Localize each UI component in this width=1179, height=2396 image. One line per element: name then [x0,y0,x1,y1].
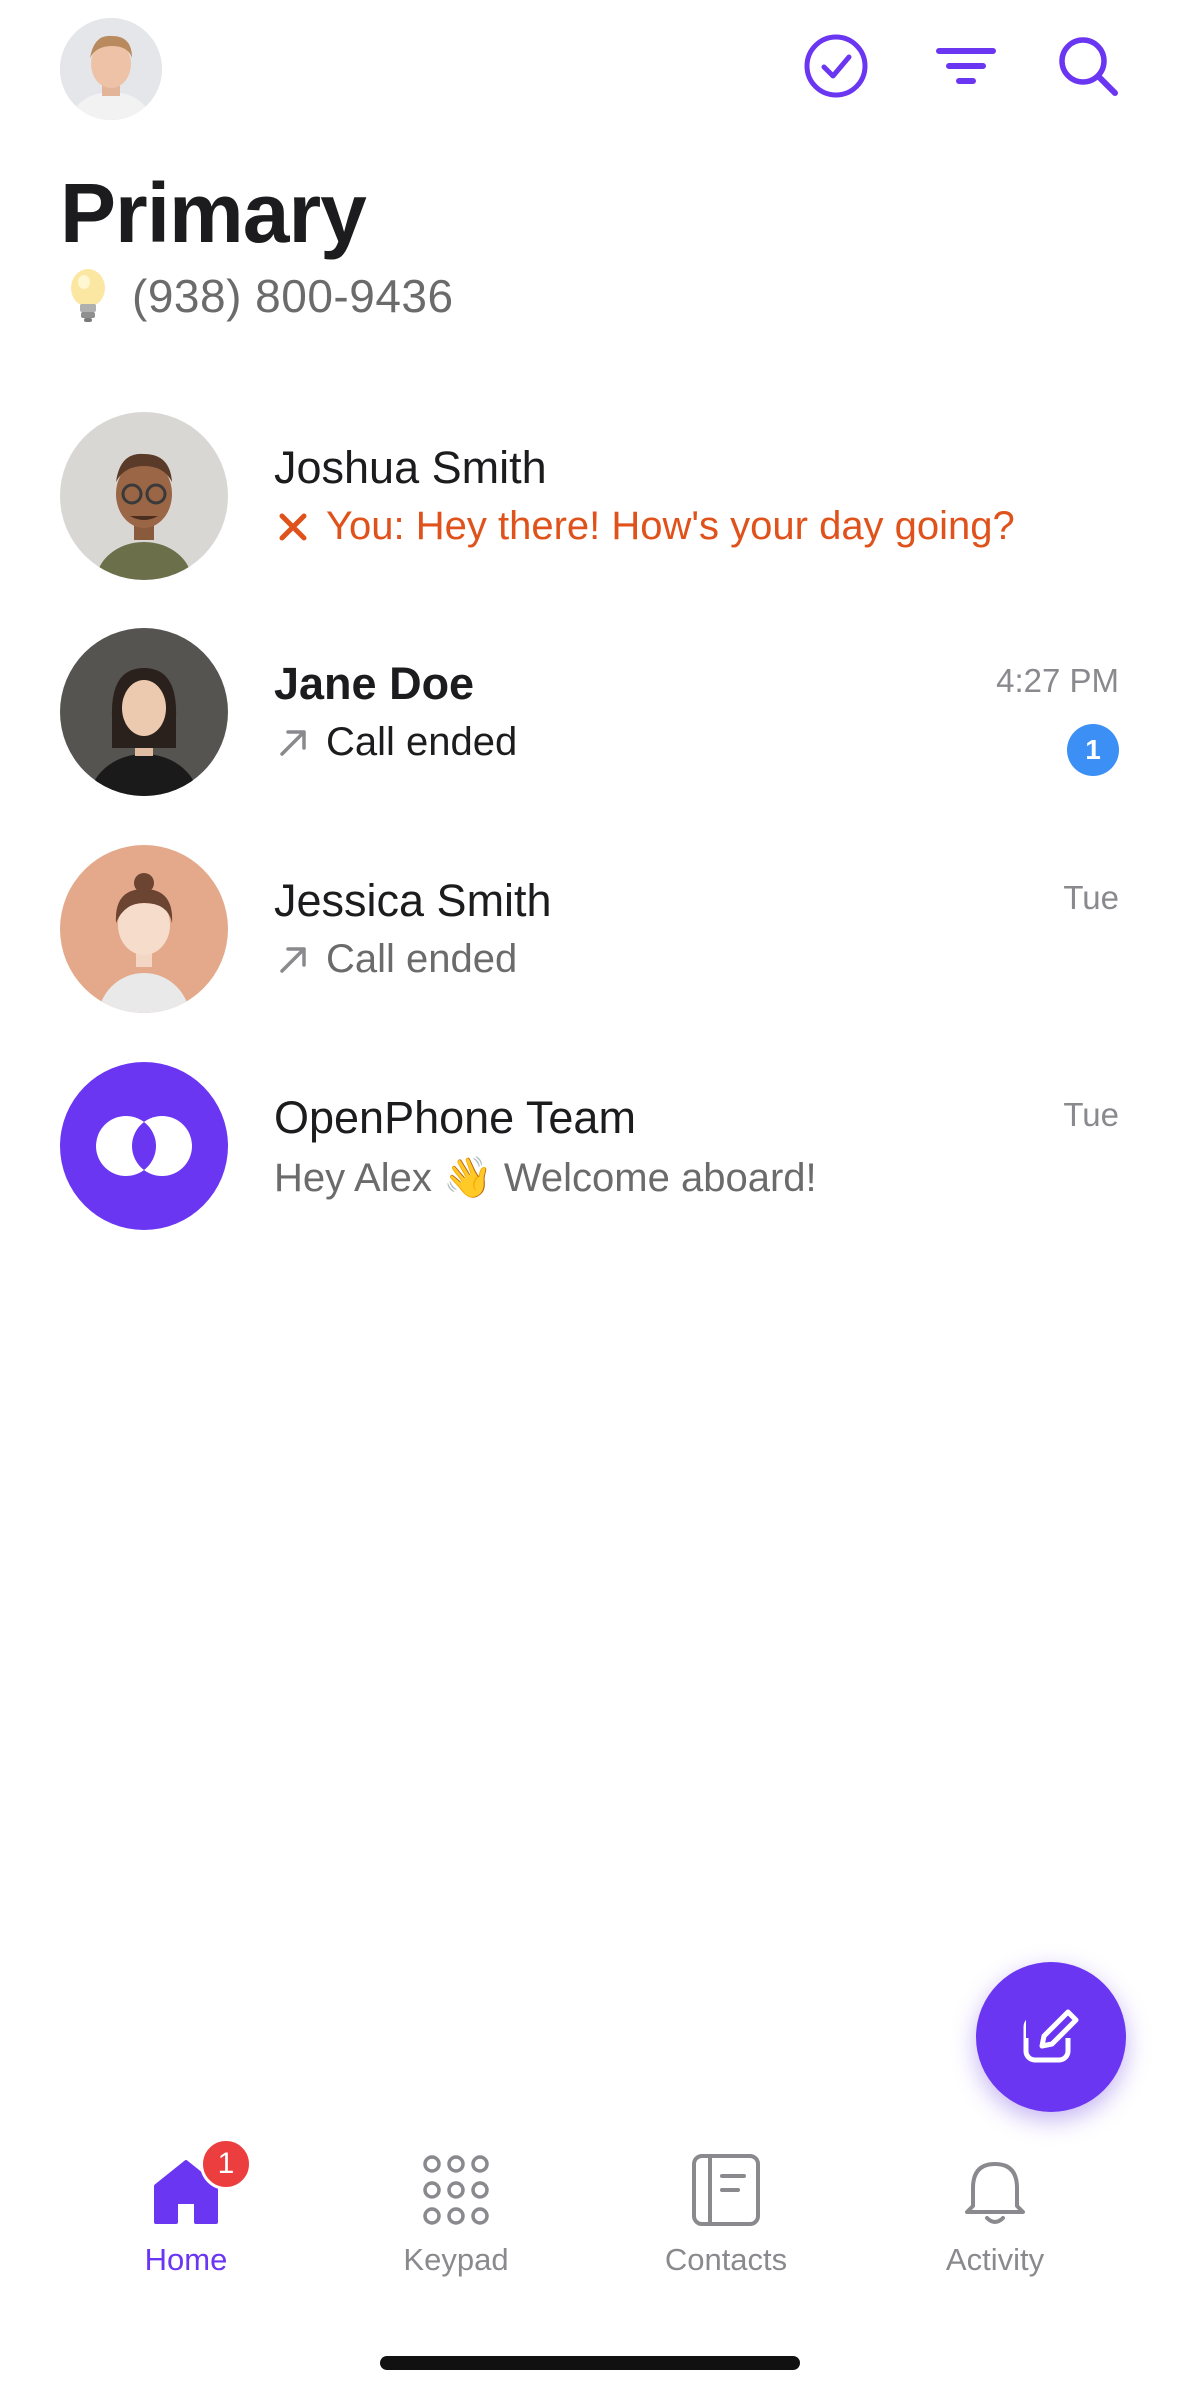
conversation-row[interactable]: Jane Doe Call ended 4:27 PM 1 [0,628,1179,798]
edit-icon [1023,2008,1082,2063]
avatar [60,628,228,796]
conversation-row[interactable]: OpenPhone Team Hey Alex 👋 Welcome aboard… [0,1062,1179,1232]
preview-text: Call ended [326,720,518,764]
home-icon: 1 [146,2138,252,2230]
compose-button[interactable] [976,1962,1126,2112]
contact-name: Joshua Smith [274,442,547,493]
keypad-icon [416,2150,496,2230]
preview-text: Hey Alex 👋 Welcome aboard! [274,1156,817,1200]
tab-badge: 1 [200,2138,252,2190]
avatar [60,412,228,580]
message-preview: Call ended [274,937,517,982]
user-avatar[interactable] [60,18,162,120]
tab-label: Home [144,2242,228,2277]
openphone-logo-icon [60,1062,228,1230]
preview-text: Call ended [326,937,518,981]
timestamp: 4:27 PM [996,662,1119,699]
contact-name: Jessica Smith [274,875,552,926]
unread-badge: 1 [1067,724,1119,776]
tab-label: Keypad [403,2242,509,2277]
message-preview: Call ended [274,720,517,765]
bell-icon [955,2150,1035,2230]
tab-activity[interactable]: Activity [895,2150,1095,2278]
search-icon[interactable] [1052,30,1124,102]
contact-name: Jane Doe [274,658,475,709]
top-bar [0,0,1179,150]
phone-number: (938) 800-9436 [132,270,454,322]
app-screen: Primary (938) 800-9436 Joshua Smith You:… [0,0,1179,2396]
timestamp: Tue [1063,1096,1119,1133]
conversation-row[interactable]: Joshua Smith You: Hey there! How's your … [0,412,1179,582]
message-preview: Hey Alex 👋 Welcome aboard! [274,1154,817,1201]
tab-contacts[interactable]: Contacts [626,2150,826,2278]
tab-keypad[interactable]: Keypad [356,2150,556,2278]
timestamp: Tue [1063,879,1119,916]
phone-number-row[interactable]: (938) 800-9436 [60,266,454,326]
avatar [60,845,228,1013]
contacts-icon [686,2150,766,2230]
tab-label: Activity [945,2242,1045,2277]
outgoing-arrow-icon [280,729,306,756]
home-indicator [380,2356,800,2370]
outgoing-arrow-icon [280,946,306,973]
conversation-row[interactable]: Jessica Smith Call ended Tue [0,845,1179,1015]
lightbulb-icon [71,269,105,322]
message-preview: You: Hey there! How's your day going? [274,504,1015,549]
tab-label: Contacts [664,2242,788,2277]
page-title[interactable]: Primary [60,165,367,262]
x-icon [279,513,307,540]
check-circle-icon[interactable] [800,30,872,102]
preview-text: You: Hey there! How's your day going? [326,504,1015,548]
tab-home[interactable]: 1 Home [86,2138,286,2278]
contact-name: OpenPhone Team [274,1092,636,1143]
tab-bar: 1 Home Keypad Contacts Activity [0,2138,1179,2290]
filter-icon[interactable] [930,30,1002,102]
